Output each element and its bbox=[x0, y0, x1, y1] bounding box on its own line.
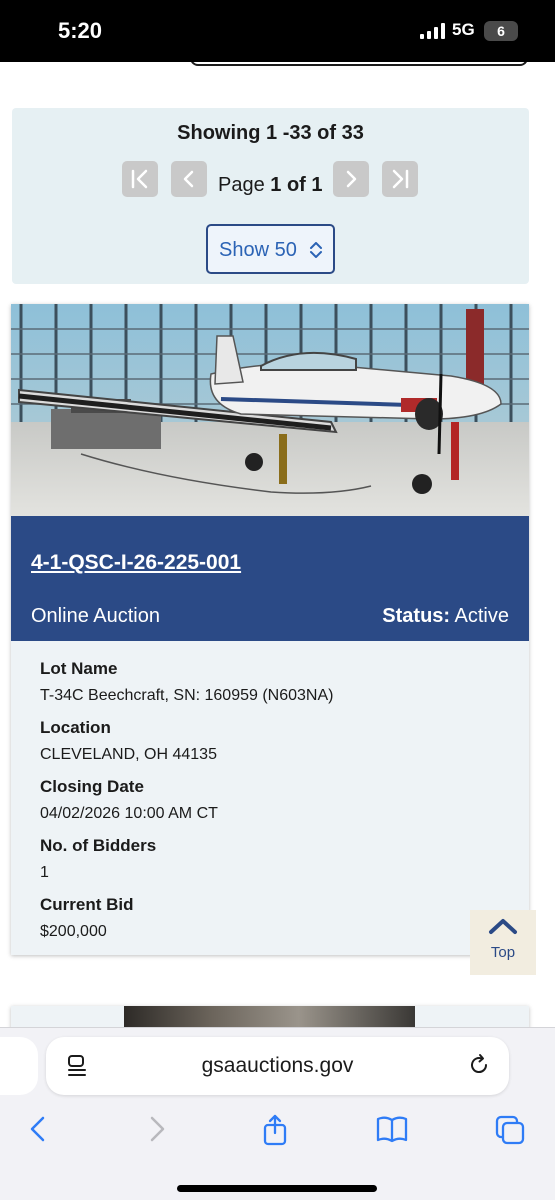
url-text: gsaauctions.gov bbox=[201, 1054, 354, 1077]
network-type: 5G bbox=[452, 20, 475, 39]
back-to-top-label: Top bbox=[490, 944, 516, 961]
chevron-left-icon bbox=[183, 170, 194, 188]
next-page-button[interactable] bbox=[333, 161, 369, 197]
chevron-up-icon bbox=[489, 919, 517, 934]
detail-label: Location bbox=[40, 718, 111, 737]
listing-details: Lot Name T-34C Beechcraft, SN: 160959 (N… bbox=[40, 656, 510, 951]
battery-icon: 6 bbox=[484, 21, 518, 41]
last-page-button[interactable] bbox=[382, 161, 418, 197]
back-to-top-button[interactable]: Top bbox=[470, 910, 536, 975]
page-prefix: Page bbox=[218, 174, 271, 196]
bidders-value: 1 bbox=[40, 864, 49, 881]
detail-label: Lot Name bbox=[40, 659, 118, 678]
home-indicator[interactable] bbox=[177, 1185, 377, 1192]
page-size-value: Show 50 bbox=[219, 239, 297, 261]
detail-label: Current Bid bbox=[40, 895, 134, 914]
lot-number-link[interactable]: 4-1-QSC-I-26-225-001 bbox=[31, 551, 241, 575]
back-icon[interactable] bbox=[26, 1114, 50, 1144]
results-count: Showing 1 -33 of 33 bbox=[177, 122, 364, 144]
next-listing-card[interactable] bbox=[11, 1006, 529, 1027]
share-icon[interactable] bbox=[260, 1114, 290, 1146]
page-current: 1 of 1 bbox=[270, 174, 323, 196]
auction-listing-card: 4-1-QSC-I-26-225-001 Online Auction Stat… bbox=[11, 304, 529, 955]
previous-page-button[interactable] bbox=[171, 161, 207, 197]
status-badge: Status: Active bbox=[382, 605, 509, 628]
status-label: Status: bbox=[382, 605, 451, 627]
detail-label: No. of Bidders bbox=[40, 836, 157, 855]
up-down-chevron-icon bbox=[310, 242, 322, 258]
status-bar: 5:20 5G 6 bbox=[0, 0, 555, 62]
page-indicator: Page 1 of 1 bbox=[218, 174, 323, 197]
chevron-right-icon bbox=[346, 170, 357, 188]
next-listing-photo[interactable] bbox=[124, 1006, 415, 1027]
page-size-select[interactable]: Show 50 bbox=[206, 224, 335, 274]
pagination-panel: Showing 1 -33 of 33 Page 1 of 1 Show 50 bbox=[12, 108, 529, 284]
listing-header: 4-1-QSC-I-26-225-001 Online Auction Stat… bbox=[11, 516, 529, 641]
lot-name-value: T-34C Beechcraft, SN: 160959 (N603NA) bbox=[40, 687, 334, 704]
previous-tab-preview[interactable] bbox=[0, 1037, 38, 1095]
first-page-icon bbox=[131, 169, 148, 189]
first-page-button[interactable] bbox=[122, 161, 158, 197]
location-value: CLEVELAND, OH 44135 bbox=[40, 746, 217, 763]
last-page-icon bbox=[392, 169, 409, 189]
signal-icon bbox=[420, 23, 445, 39]
search-box-bottom[interactable] bbox=[190, 62, 528, 66]
detail-label: Closing Date bbox=[40, 777, 144, 796]
auction-type: Online Auction bbox=[31, 605, 160, 627]
browser-toolbar: gsaauctions.gov bbox=[0, 1027, 555, 1200]
current-bid-value: $200,000 bbox=[40, 923, 107, 940]
bookmarks-icon[interactable] bbox=[375, 1114, 409, 1144]
forward-icon[interactable] bbox=[145, 1114, 169, 1144]
listing-photo[interactable] bbox=[11, 304, 529, 516]
status-value: Active bbox=[454, 605, 509, 627]
closing-date-value: 04/02/2026 10:00 AM CT bbox=[40, 805, 218, 822]
tabs-icon[interactable] bbox=[494, 1114, 526, 1146]
reload-icon[interactable] bbox=[467, 1053, 491, 1077]
address-bar[interactable]: gsaauctions.gov bbox=[46, 1037, 509, 1095]
page-content: Showing 1 -33 of 33 Page 1 of 1 Show 50 … bbox=[0, 62, 555, 1027]
clock: 5:20 bbox=[58, 18, 103, 43]
